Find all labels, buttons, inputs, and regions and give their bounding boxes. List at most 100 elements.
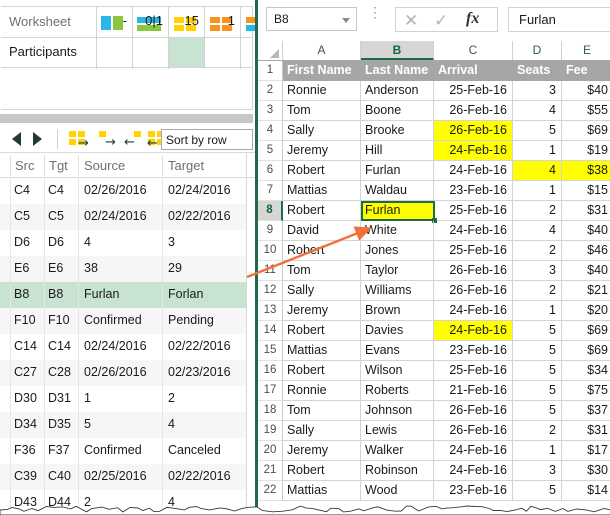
cell-last[interactable]: Boone — [361, 101, 434, 120]
cell-last[interactable]: Taylor — [361, 261, 434, 280]
cell-seats[interactable]: 3 — [513, 261, 562, 280]
cell-fee[interactable]: $40 — [562, 261, 610, 280]
cell-fee[interactable]: $14 — [562, 481, 610, 500]
table-row[interactable]: C39C4002/25/201602/22/2016 — [0, 464, 246, 490]
cell-first[interactable]: Jeremy — [283, 301, 361, 320]
cell-arrival[interactable]: 23-Feb-16 — [434, 341, 513, 360]
formula-input[interactable]: Furlan — [508, 7, 610, 32]
table-row[interactable]: D34D3554 — [0, 412, 246, 438]
cell-fee[interactable]: $69 — [562, 121, 610, 140]
cell-seats[interactable]: 5 — [513, 121, 562, 140]
row-header-21[interactable]: 21 — [258, 461, 283, 481]
cell-arrival[interactable]: 25-Feb-16 — [434, 241, 513, 260]
cell-last[interactable]: White — [361, 221, 434, 240]
cell-seats[interactable]: 1 — [513, 181, 562, 200]
cell-last[interactable]: Brown — [361, 301, 434, 320]
summary-value[interactable]: 0|1 — [133, 13, 163, 28]
cell-seats[interactable]: 5 — [513, 361, 562, 380]
table-row[interactable]: MattiasWood23-Feb-165$14 — [283, 481, 610, 501]
cell-first[interactable]: Ronnie — [283, 81, 361, 100]
cell-arrival[interactable]: 24-Feb-16 — [434, 441, 513, 460]
row-header-11[interactable]: 11 — [258, 261, 283, 281]
table-row[interactable]: JeremyBrown24-Feb-161$20 — [283, 301, 610, 321]
table-row[interactable]: RobertJones25-Feb-162$46 — [283, 241, 610, 261]
cell-last[interactable]: Johnson — [361, 401, 434, 420]
cell-first[interactable]: Mattias — [283, 341, 361, 360]
cell-first[interactable]: Sally — [283, 421, 361, 440]
enter-check-icon[interactable]: ✓ — [434, 11, 448, 31]
cell-last[interactable]: Brooke — [361, 121, 434, 140]
table-row[interactable]: TomTaylor26-Feb-163$40 — [283, 261, 610, 281]
summary-value[interactable]: - — [97, 13, 127, 28]
table-row[interactable]: C14C1402/24/201602/22/2016 — [0, 334, 246, 360]
cell-arrival[interactable]: 26-Feb-16 — [434, 281, 513, 300]
cell-fee[interactable]: $69 — [562, 321, 610, 340]
cell-fee[interactable]: $37 — [562, 401, 610, 420]
cell-first[interactable]: Tom — [283, 261, 361, 280]
cell-fee[interactable]: $15 — [562, 181, 610, 200]
table-row[interactable]: JeremyWalker24-Feb-161$17 — [283, 441, 610, 461]
cell-last[interactable]: Furlan — [361, 201, 434, 220]
cell-arrival[interactable]: 24-Feb-16 — [434, 161, 513, 180]
column-header-target[interactable]: Target — [168, 158, 204, 173]
table-row[interactable]: B8B8FurlanForlan — [0, 282, 246, 308]
column-header-source[interactable]: Source — [84, 158, 125, 173]
row-header-1[interactable]: 1 — [258, 61, 283, 81]
cell-fee[interactable]: $17 — [562, 441, 610, 460]
table-row[interactable]: MattiasEvans23-Feb-165$69 — [283, 341, 610, 361]
row-header-4[interactable]: 4 — [258, 121, 283, 141]
cell-first[interactable]: David — [283, 221, 361, 240]
cancel-x-icon[interactable]: ✕ — [404, 11, 418, 31]
cell-seats[interactable]: 4 — [513, 101, 562, 120]
previous-difference-button[interactable] — [12, 132, 21, 146]
row-header-2[interactable]: 2 — [258, 81, 283, 101]
cell-seats[interactable]: 4 — [513, 221, 562, 240]
cell-last[interactable]: Davies — [361, 321, 434, 340]
row-header-20[interactable]: 20 — [258, 441, 283, 461]
table-row[interactable]: C27C2802/26/201602/23/2016 — [0, 360, 246, 386]
cell-fee[interactable]: $38 — [562, 161, 610, 180]
cell-fee[interactable]: $20 — [562, 301, 610, 320]
cell-fee[interactable]: $55 — [562, 101, 610, 120]
table-row[interactable]: C4C402/26/201602/24/2016 — [0, 178, 246, 204]
cell-first[interactable]: Robert — [283, 321, 361, 340]
cell-fee[interactable]: $30 — [562, 461, 610, 480]
cell-first[interactable]: Jeremy — [283, 141, 361, 160]
cell-fee[interactable]: $75 — [562, 381, 610, 400]
row-header-17[interactable]: 17 — [258, 381, 283, 401]
sort-by-row-dropdown[interactable]: Sort by row — [161, 129, 253, 150]
cell-last[interactable]: Robinson — [361, 461, 434, 480]
row-header-3[interactable]: 3 — [258, 101, 283, 121]
cell-fee[interactable]: $34 — [562, 361, 610, 380]
row-header-19[interactable]: 19 — [258, 421, 283, 441]
cell-first[interactable]: Robert — [283, 241, 361, 260]
cell-first[interactable]: Sally — [283, 281, 361, 300]
row-header-12[interactable]: 12 — [258, 281, 283, 301]
cell-fee[interactable]: $46 — [562, 241, 610, 260]
table-row[interactable]: RonnieRoberts21-Feb-165$75 — [283, 381, 610, 401]
cell-arrival[interactable]: 24-Feb-16 — [434, 321, 513, 340]
column-header-d[interactable]: D — [513, 41, 562, 60]
cell-last[interactable]: Wood — [361, 481, 434, 500]
table-row[interactable]: SallyWilliams26-Feb-162$21 — [283, 281, 610, 301]
cell-first[interactable]: Tom — [283, 401, 361, 420]
cell-seats[interactable]: 2 — [513, 201, 562, 220]
cell-last[interactable]: Wilson — [361, 361, 434, 380]
next-difference-button[interactable] — [33, 132, 42, 146]
cell-seats[interactable]: 5 — [513, 321, 562, 340]
cell-seats[interactable]: 2 — [513, 241, 562, 260]
row-header-7[interactable]: 7 — [258, 181, 283, 201]
table-row[interactable]: D6D643 — [0, 230, 246, 256]
cell-first[interactable]: Robert — [283, 361, 361, 380]
column-header-tgt[interactable]: Tgt — [49, 158, 68, 173]
table-row[interactable]: RobertFurlan25-Feb-162$31 — [283, 201, 610, 221]
column-header-b[interactable]: B — [361, 41, 434, 60]
cell-arrival[interactable]: 24-Feb-16 — [434, 221, 513, 240]
row-header-10[interactable]: 10 — [258, 241, 283, 261]
cell-arrival[interactable]: 26-Feb-16 — [434, 101, 513, 120]
table-row[interactable]: E6E63829 — [0, 256, 246, 282]
cell-first[interactable]: Mattias — [283, 481, 361, 500]
cell-arrival[interactable]: 23-Feb-16 — [434, 481, 513, 500]
cell-last[interactable]: Anderson — [361, 81, 434, 100]
table-row[interactable]: RobertRobinson24-Feb-163$30 — [283, 461, 610, 481]
